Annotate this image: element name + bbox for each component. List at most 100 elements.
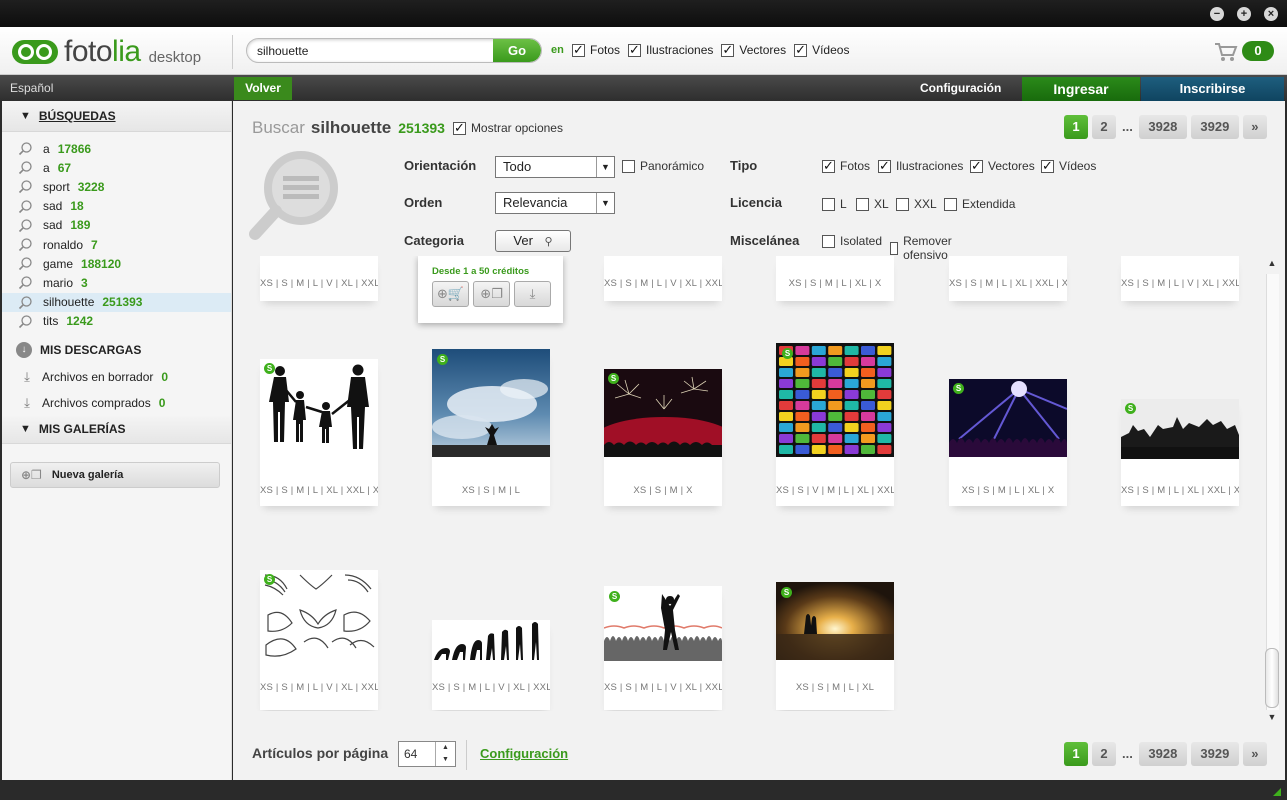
result-thumbnail[interactable]: S XS | S | M | X	[604, 369, 722, 506]
size-options[interactable]: XS | S | M | L | V | XL | XXL | X	[432, 682, 550, 696]
per-page-stepper[interactable]: 64 ▲ ▼	[398, 741, 456, 767]
minimize-button[interactable]: −	[1210, 7, 1224, 21]
scroll-up-arrow-icon[interactable]: ▲	[1263, 258, 1281, 274]
size-options[interactable]: XS | S | M | L | V | XL | XXL | X	[604, 682, 722, 696]
result-thumbnail[interactable]: S XS | S | M | L | V | XL | XXL | X	[260, 570, 378, 710]
filter-type-videos[interactable]: Vídeos	[1041, 158, 1096, 174]
license-xxl[interactable]: XXL	[896, 197, 937, 211]
license-xl[interactable]: XL	[856, 197, 889, 211]
size-options[interactable]: XS | S | M | L | XL	[776, 682, 894, 696]
new-gallery-button[interactable]: ⊕❐ Nueva galería	[10, 461, 220, 488]
downloads-purchased-item[interactable]: ⤓ Archivos comprados 0	[2, 390, 231, 416]
result-thumbnail[interactable]: S XS | S | M | L	[432, 349, 550, 506]
page-3928-button[interactable]: 3928	[1138, 742, 1187, 766]
size-options[interactable]: XS | S | M | L | V | XL | XXL | X	[260, 682, 378, 696]
search-history-item[interactable]: mario 3	[2, 273, 231, 292]
downloads-draft-item[interactable]: ⤓ Archivos en borrador 0	[2, 364, 231, 390]
result-thumbnail[interactable]: S XS | S | M | L | XL | X	[949, 379, 1067, 506]
download-button[interactable]: ⤓	[514, 281, 551, 307]
result-thumbnail[interactable]: S XS | S | M | L | XL | XXL | X	[1121, 399, 1239, 506]
result-thumbnail[interactable]: XS | S | M | L | XL | X	[776, 256, 894, 301]
resize-grip-icon[interactable]	[1273, 788, 1281, 796]
filter-checkbox[interactable]	[856, 197, 869, 211]
show-options-toggle[interactable]: Mostrar opciones	[452, 120, 563, 136]
result-thumbnail[interactable]: S XS | S | M | L | XL	[776, 582, 894, 710]
filter-type-fotos[interactable]: Fotos	[822, 158, 870, 174]
stepper-down-icon[interactable]: ▼	[436, 754, 455, 766]
searches-header[interactable]: ▼ BÚSQUEDAS	[2, 101, 231, 132]
galleries-header[interactable]: ▼ MIS GALERÍAS	[2, 415, 231, 444]
filter-checkbox[interactable]	[822, 197, 835, 211]
type-ilustraciones[interactable]: Ilustraciones	[628, 42, 713, 58]
type-videos[interactable]: Vídeos	[794, 42, 849, 58]
license-l[interactable]: L	[822, 197, 847, 211]
size-options[interactable]: XS | S | V | M | L | XL | XXL | X	[776, 485, 894, 499]
back-button[interactable]: Volver	[234, 77, 292, 100]
checkbox-ilustraciones[interactable]	[628, 42, 642, 58]
search-history-item[interactable]: sad 18	[2, 197, 231, 216]
next-page-button[interactable]: »	[1242, 742, 1267, 766]
size-options[interactable]: XS | S | M | L	[432, 485, 550, 499]
type-vectores[interactable]: Vectores	[721, 42, 786, 58]
size-options[interactable]: XS | S | M | L | XL | XXL | X	[260, 485, 378, 499]
filter-checkbox[interactable]	[822, 158, 835, 174]
filter-checkbox[interactable]	[970, 158, 983, 174]
footer-configuration-link[interactable]: Configuración	[480, 746, 568, 761]
search-history-item[interactable]: a 17866	[2, 139, 231, 158]
panoramic-option[interactable]: Panorámico	[622, 159, 704, 173]
result-thumbnail[interactable]: S XS | S | M | L | XL | XXL | X	[260, 359, 378, 506]
order-select[interactable]: Relevancia ▼	[495, 192, 615, 214]
category-view-button[interactable]: Ver ⚲	[495, 230, 571, 252]
search-input[interactable]	[257, 42, 487, 60]
signup-button[interactable]: Inscribirse	[1141, 77, 1284, 101]
collapse-triangle-icon[interactable]: ▼	[20, 423, 31, 435]
search-history-item-active[interactable]: silhouette 251393	[2, 292, 231, 312]
scroll-track[interactable]	[1266, 274, 1279, 710]
next-page-button[interactable]: »	[1242, 115, 1267, 139]
login-button[interactable]: Ingresar	[1022, 77, 1140, 101]
stepper-up-icon[interactable]: ▲	[436, 742, 455, 754]
result-thumbnail[interactable]: XS | S | M | L | V | XL | XXL | X	[260, 256, 378, 301]
filter-checkbox[interactable]	[890, 241, 899, 255]
license-extended[interactable]: Extendida	[944, 197, 1015, 211]
filter-checkbox[interactable]	[944, 197, 957, 211]
panoramic-checkbox[interactable]	[622, 159, 635, 173]
search-history-item[interactable]: a 67	[2, 158, 231, 177]
filter-type-ilustraciones[interactable]: Ilustraciones	[878, 158, 963, 174]
filter-checkbox[interactable]	[878, 158, 891, 174]
size-options[interactable]: XS | S | M | L | XL | XXL | X	[949, 278, 1067, 292]
size-options[interactable]: XS | S | M | L | XL | X	[776, 278, 894, 292]
orientation-select[interactable]: Todo ▼	[495, 156, 615, 178]
filter-checkbox[interactable]	[896, 197, 909, 211]
language-selector[interactable]: Español	[10, 81, 53, 95]
checkbox-vectores[interactable]	[721, 42, 735, 58]
size-options[interactable]: XS | S | M | L | V | XL | XXL | X	[260, 278, 378, 292]
page-3929-button[interactable]: 3929	[1190, 742, 1239, 766]
result-thumbnail[interactable]: XS | S | M | L | XL | XXL | X	[949, 256, 1067, 301]
search-history-item[interactable]: game 188120	[2, 254, 231, 273]
go-button[interactable]: Go	[493, 39, 541, 62]
search-history-item[interactable]: tits 1242	[2, 312, 231, 331]
size-options[interactable]: XS | S | M | L | V | XL | XXL | X	[1121, 278, 1239, 292]
result-thumbnail[interactable]: S XS | S | M | L | V | XL | XXL | X	[604, 586, 722, 710]
close-button[interactable]: ×	[1264, 7, 1278, 21]
misc-isolated[interactable]: Isolated	[822, 234, 882, 248]
size-options[interactable]: XS | S | M | L | XL | XXL | X	[1121, 485, 1239, 499]
type-fotos[interactable]: Fotos	[572, 42, 620, 58]
size-options[interactable]: XS | S | M | L | V | XL | XXL | X	[604, 278, 722, 292]
result-thumbnail[interactable]: XS | S | M | L | V | XL | XXL | X	[432, 620, 550, 710]
result-thumbnail[interactable]: XS | S | M | L | V | XL | XXL | X	[604, 256, 722, 301]
page-2-button[interactable]: 2	[1092, 742, 1116, 766]
size-options[interactable]: XS | S | M | X	[604, 485, 722, 499]
filter-checkbox[interactable]	[822, 234, 835, 248]
checkbox-videos[interactable]	[794, 42, 808, 58]
scroll-down-arrow-icon[interactable]: ▼	[1263, 712, 1281, 728]
cart-count-badge[interactable]: 0	[1242, 41, 1274, 61]
add-to-cart-button[interactable]: ⊕🛒	[432, 281, 469, 307]
page-2-button[interactable]: 2	[1092, 115, 1116, 139]
size-options[interactable]: XS | S | M | L | XL | X	[949, 485, 1067, 499]
scroll-thumb[interactable]	[1265, 648, 1279, 708]
filter-type-vectores[interactable]: Vectores	[970, 158, 1035, 174]
collapse-triangle-icon[interactable]: ▼	[20, 110, 31, 122]
result-thumbnail[interactable]: XS | S | M | L | V | XL | XXL | X	[1121, 256, 1239, 301]
